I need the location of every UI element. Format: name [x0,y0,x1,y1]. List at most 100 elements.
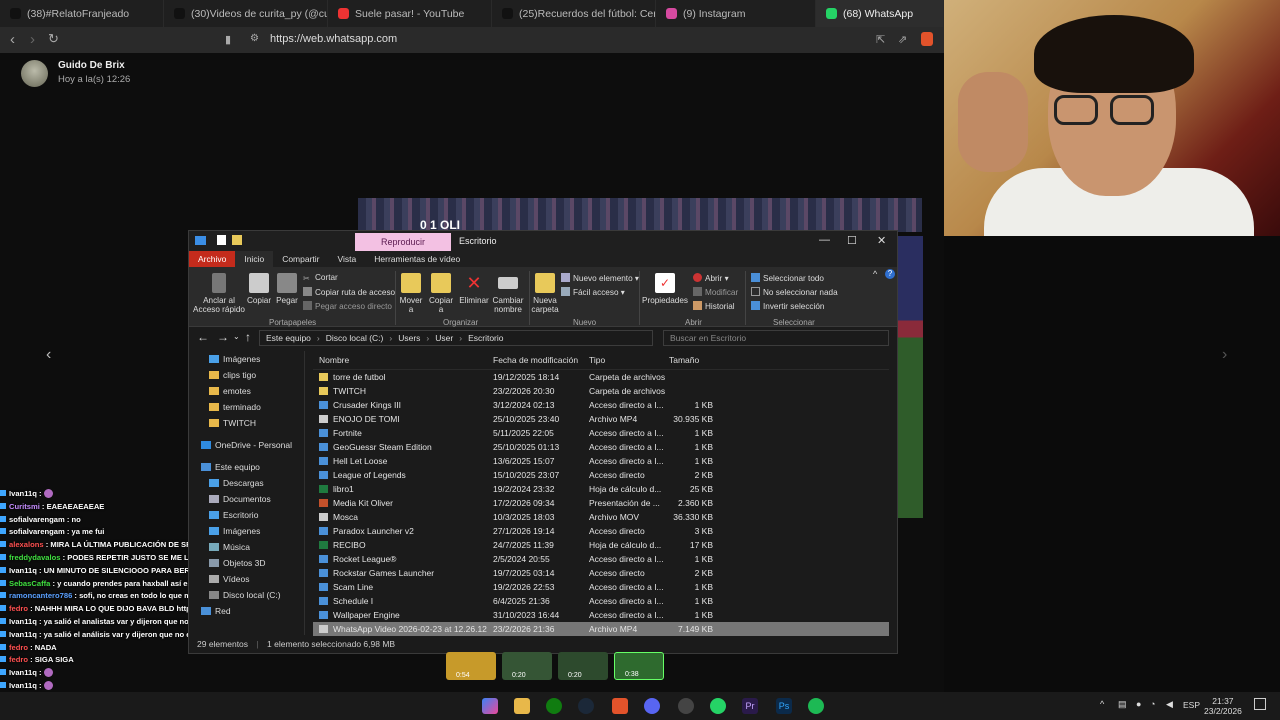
file-row[interactable]: Wallpaper Engine 31/10/2023 16:44 Acceso d… [313,608,889,622]
ribbon-tab[interactable]: Inicio [235,251,274,267]
breadcrumb-item[interactable]: User [435,333,453,343]
steam-icon[interactable] [578,698,594,714]
file-row[interactable]: Scam Line 19/2/2026 22:53 Acceso directo a… [313,580,889,594]
file-row[interactable]: Schedule I 6/4/2025 21:36 Acceso directo a… [313,594,889,608]
breadcrumb-chevron-icon[interactable]: › [389,333,392,343]
copy-button[interactable]: Copiar [245,273,273,305]
browser-tab[interactable]: Suele pasar! - YouTube [328,0,492,27]
file-row[interactable]: Fortnite 5/11/2025 22:05 Acceso directo a … [313,426,889,440]
thumbnail-video[interactable]: 0:20 [502,652,552,680]
cut-button[interactable]: ✂ Cortar [303,273,338,283]
pin-quick-access-button[interactable]: Anclar al Acceso rápido [193,273,245,314]
tray-volume-icon[interactable]: ◀ [1166,699,1173,710]
file-row[interactable]: Rockstar Games Launcher 19/7/2025 03:14 Ac… [313,566,889,580]
nav-item[interactable]: Escritorio [189,507,304,523]
file-explorer-icon[interactable] [514,698,530,714]
file-row[interactable]: torre de futbol 19/12/2025 18:14 Carpeta d… [313,370,889,384]
breadcrumb[interactable]: Este equipo › Disco local (C:) › Users › User ›… [259,330,653,346]
previous-status-icon[interactable]: ‹ [46,346,51,364]
file-row[interactable]: libro1 19/2/2024 23:32 Hoja de cálculo d..… [313,482,889,496]
contextual-tab-play[interactable]: Reproducir [355,233,451,251]
tray-chevron-icon[interactable]: ^ [1100,699,1104,709]
breadcrumb-chevron-icon[interactable]: › [459,333,462,343]
search-input[interactable]: Buscar en Escritorio [663,330,889,346]
properties-button[interactable]: ✓ Propiedades [641,273,689,305]
file-row[interactable]: Mosca 10/3/2025 18:03 Archivo MOV 36.330 KB [313,510,889,524]
nav-item[interactable]: Vídeos [189,571,304,587]
file-row[interactable]: GeoGuessr Steam Edition 25/10/2025 01:13 A… [313,440,889,454]
column-name[interactable]: Nombre [319,355,349,365]
delete-button[interactable]: ✕ Eliminar [459,273,489,305]
spotify-icon[interactable] [808,698,824,714]
thumbnail-video[interactable]: 0:20 [558,652,608,680]
ribbon-tab[interactable]: Herramientas de vídeo [365,251,469,267]
select-none-button[interactable]: No seleccionar nada [751,287,838,297]
open-button[interactable]: Abrir ▾ [693,273,729,283]
nav-item[interactable]: Imágenes [189,523,304,539]
history-button[interactable]: Historial [693,301,735,311]
brave-icon[interactable] [612,698,628,714]
close-icon[interactable]: ✕ [877,234,886,247]
nav-item[interactable]: Documentos [189,491,304,507]
ribbon-tab[interactable]: Compartir [273,251,328,267]
site-settings-icon[interactable]: ⚙ [250,33,259,44]
nav-item[interactable]: OneDrive - Personal [189,437,304,453]
file-row[interactable]: League of Legends 15/10/2025 23:07 Acceso … [313,468,889,482]
move-to-button[interactable]: Mover a [397,273,425,314]
minimize-icon[interactable]: — [819,234,830,246]
paste-button[interactable]: Pegar [273,273,301,305]
breadcrumb-item[interactable]: Users [398,333,420,343]
copy-path-button[interactable]: Copiar ruta de acceso [303,287,395,297]
nav-item[interactable]: clips tigo [189,367,304,383]
nav-item[interactable]: Imágenes [189,351,304,367]
premiere-icon[interactable]: Pr [742,698,758,714]
language-indicator[interactable]: ESP [1183,700,1200,710]
file-row[interactable]: Rocket League® 2/5/2024 20:55 Acceso direc… [313,552,889,566]
tray-network-icon[interactable]: ▤ [1118,699,1127,710]
breadcrumb-chevron-icon[interactable]: › [426,333,429,343]
file-row[interactable]: Paradox Launcher v2 27/1/2026 19:14 Acceso… [313,524,889,538]
brave-shield-icon[interactable] [921,32,933,46]
breadcrumb-item[interactable]: Escritorio [468,333,503,343]
rename-button[interactable]: Cambiar nombre [491,273,525,314]
new-item-button[interactable]: Nuevo elemento ▾ [561,273,639,283]
nav-item[interactable]: terminado [189,399,304,415]
nav-item[interactable]: Música [189,539,304,555]
paste-shortcut-button[interactable]: Pegar acceso directo [303,301,392,311]
up-icon[interactable]: ↑ [245,330,251,344]
edit-button[interactable]: Modificar [693,287,738,297]
copilot-icon[interactable] [482,698,498,714]
easy-access-button[interactable]: Fácil acceso ▾ [561,287,625,297]
next-status-icon[interactable]: › [1222,346,1227,364]
recent-locations-icon[interactable]: ⌄ [233,332,240,341]
column-date[interactable]: Fecha de modificación [493,355,578,365]
help-icon[interactable]: ? [885,269,895,279]
breadcrumb-item[interactable]: Disco local (C:) [326,333,384,343]
ribbon-tab[interactable]: Vista [329,251,366,267]
back-icon[interactable]: ← [197,330,209,344]
thumbnail-video[interactable]: 0:38 [614,652,664,680]
nav-item[interactable]: emotes [189,383,304,399]
browser-tab[interactable]: (68) WhatsApp [816,0,944,27]
forward-icon[interactable]: → [217,330,229,344]
obs-icon[interactable] [678,698,694,714]
new-folder-quick-icon[interactable] [232,235,242,245]
invert-selection-button[interactable]: Invertir selección [751,301,824,311]
new-folder-button[interactable]: Nueva carpeta [531,273,559,314]
share-icon[interactable]: ⇗ [898,33,907,46]
reload-icon[interactable]: ↻ [48,31,59,47]
nav-item[interactable]: Descargas [189,475,304,491]
clock[interactable]: 21:37 23/2/2026 [1204,696,1242,716]
nav-item[interactable]: Red [189,603,304,619]
photoshop-icon[interactable]: Ps [776,698,792,714]
file-row[interactable]: WhatsApp Video 2026-02-23 at 12.26.12 23/… [313,622,889,636]
file-row[interactable]: Hell Let Loose 13/6/2025 15:07 Acceso dire… [313,454,889,468]
select-all-button[interactable]: Seleccionar todo [751,273,824,283]
browser-tab[interactable]: (30)Videos de curita_py (@curita_py) [164,0,328,27]
thumbnail-video[interactable]: 0:54 [446,652,496,680]
column-type[interactable]: Tipo [589,355,605,365]
whatsapp-icon[interactable] [710,698,726,714]
browser-tab[interactable]: (9) Instagram [656,0,816,27]
file-row[interactable]: RECIBO 24/7/2025 11:39 Hoja de cálculo d..… [313,538,889,552]
breadcrumb-chevron-icon[interactable]: › [317,333,320,343]
